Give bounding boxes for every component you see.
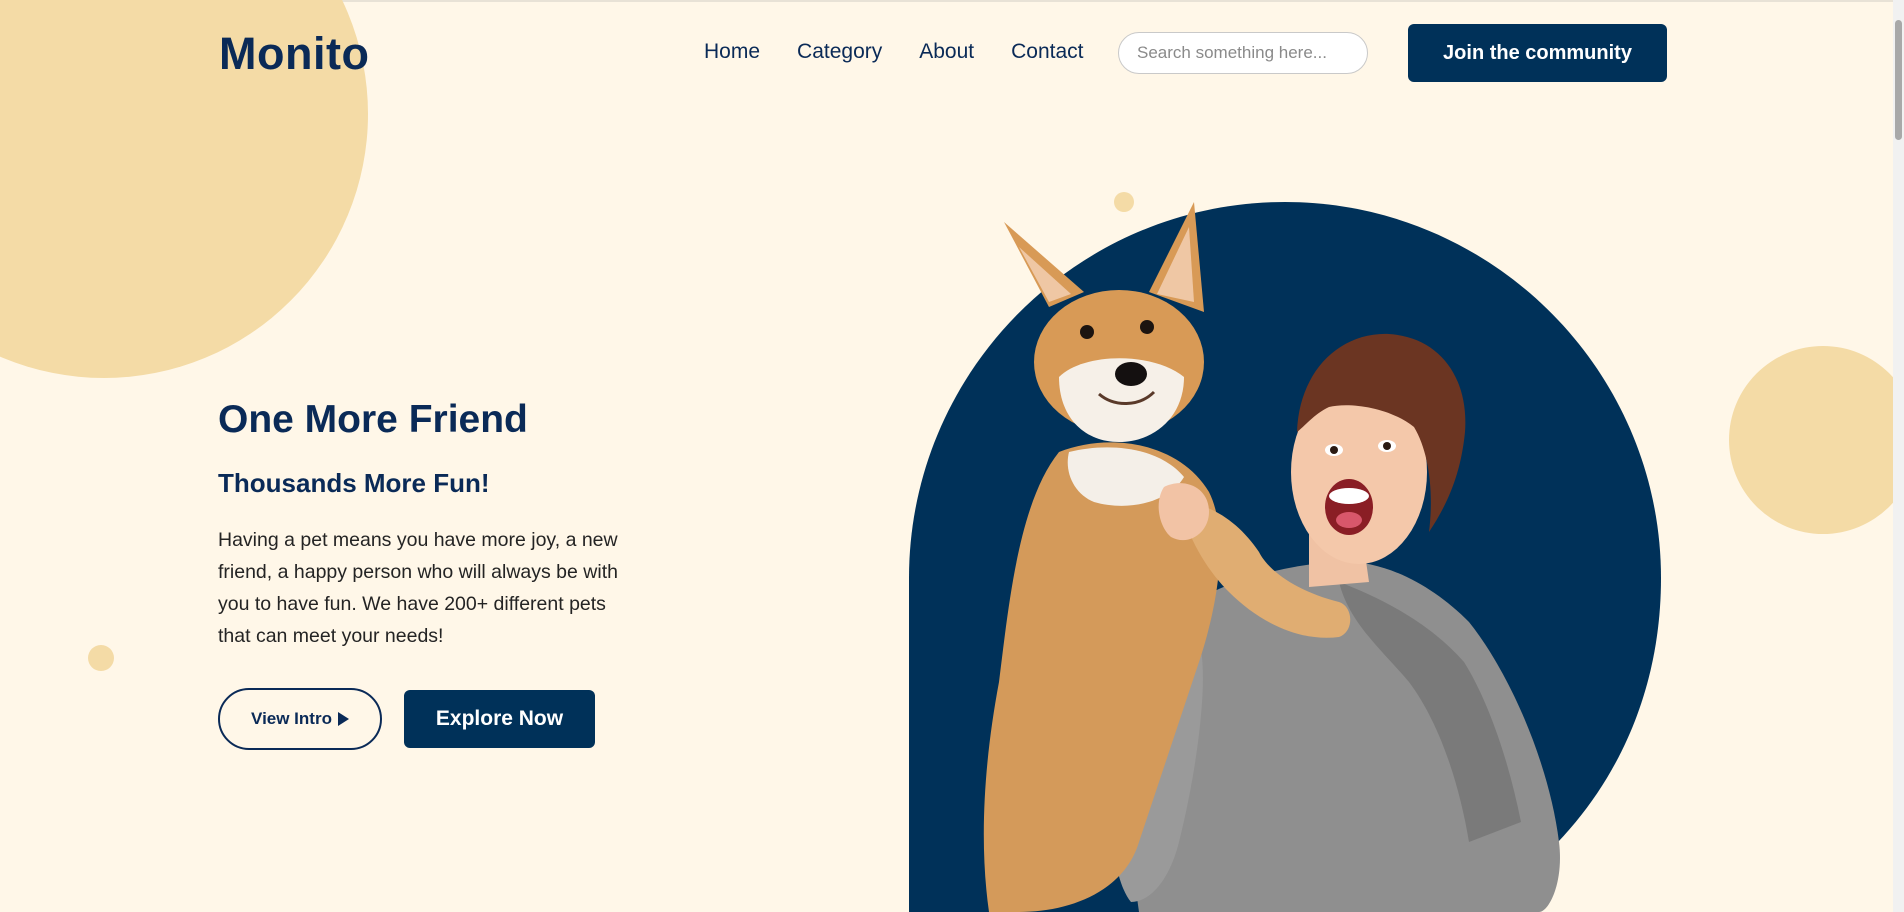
page-scrollbar[interactable] [1893, 0, 1904, 912]
landing-page: Monito Home Category About Contact Join … [0, 0, 1904, 912]
hero-subtitle: Thousands More Fun! [218, 468, 490, 498]
explore-now-button[interactable]: Explore Now [404, 690, 595, 748]
scrollbar-thumb[interactable] [1895, 20, 1902, 140]
nav-item-home[interactable]: Home [704, 40, 760, 64]
nav-item-category[interactable]: Category [797, 40, 882, 64]
main-nav: Home Category About Contact [704, 40, 1084, 64]
search-input[interactable] [1118, 32, 1368, 74]
decor-circle-right [1729, 346, 1904, 534]
join-community-button[interactable]: Join the community [1408, 24, 1667, 82]
nav-item-contact[interactable]: Contact [1011, 40, 1083, 64]
logo[interactable]: Monito [219, 28, 369, 80]
hero-title: One More Friend [218, 398, 528, 441]
view-intro-label: View Intro [251, 709, 332, 728]
hero-description: Having a pet means you have more joy, a … [218, 529, 618, 647]
decor-dot-left [88, 645, 114, 671]
hero-image [909, 202, 1661, 912]
play-icon [337, 712, 349, 726]
nav-item-about[interactable]: About [919, 40, 974, 64]
view-intro-button[interactable]: View Intro [218, 688, 382, 750]
